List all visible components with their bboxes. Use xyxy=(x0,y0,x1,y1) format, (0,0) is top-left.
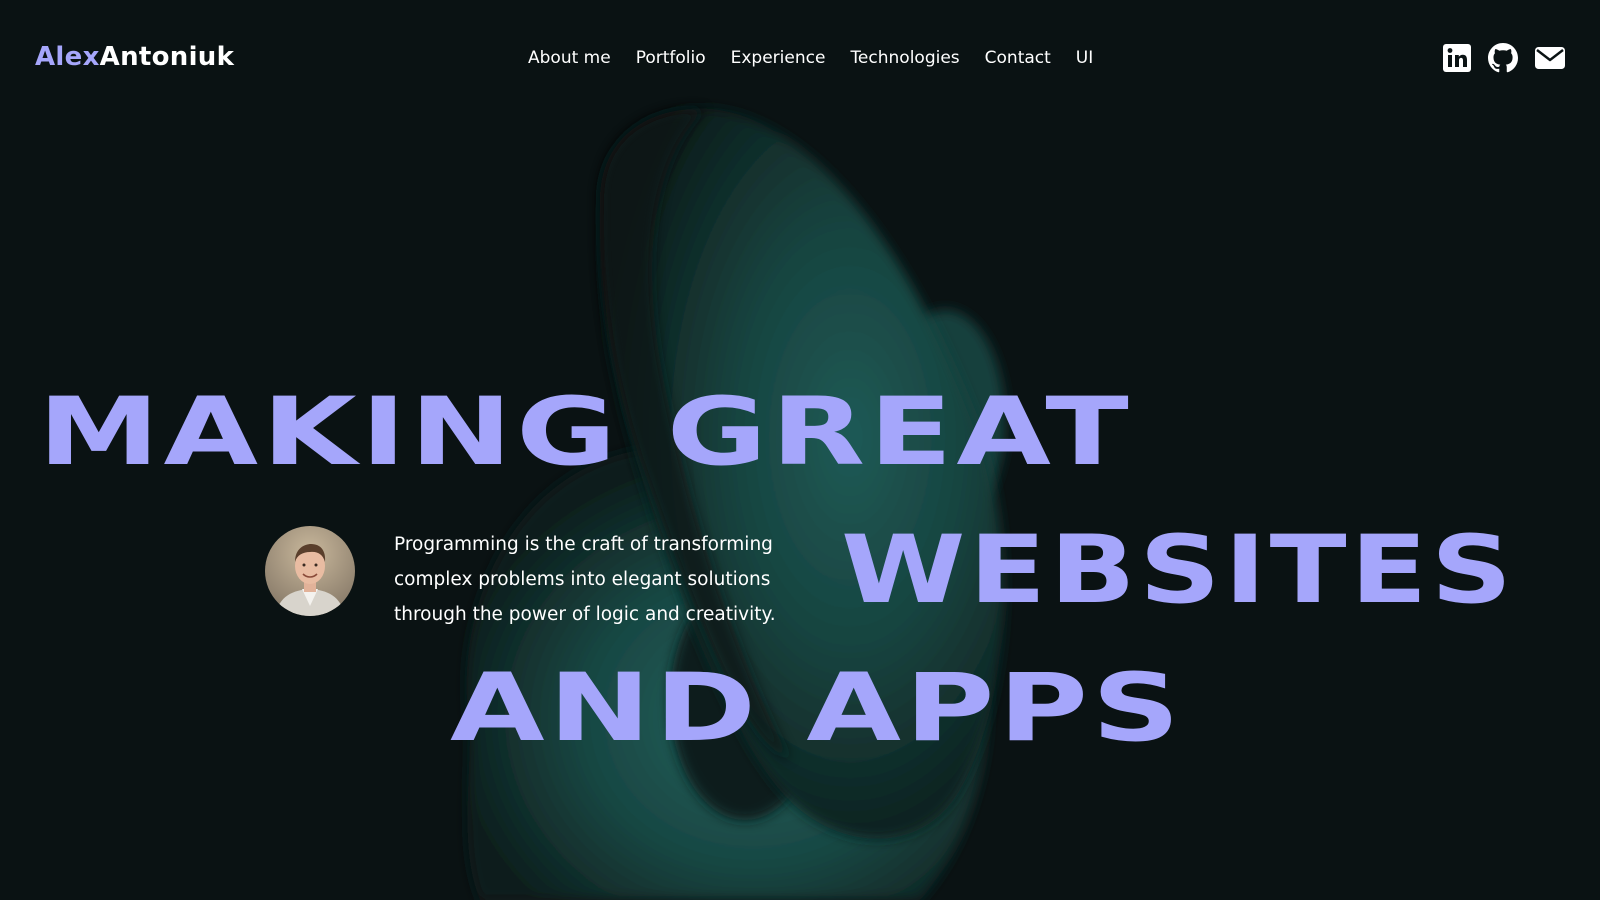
hero-headline-line-1: MAKING GREAT xyxy=(38,378,1133,487)
tagline-line-1: Programming is the craft of transforming xyxy=(394,534,773,555)
nav-item-portfolio[interactable]: Portfolio xyxy=(636,48,706,68)
avatar xyxy=(265,526,355,616)
nav-item-experience[interactable]: Experience xyxy=(731,48,826,68)
linkedin-icon[interactable] xyxy=(1442,43,1472,73)
nav-item-technologies[interactable]: Technologies xyxy=(850,48,959,68)
brand-last-name: Antoniuk xyxy=(99,42,235,72)
nav-item-about-me[interactable]: About me xyxy=(528,48,611,68)
page: AlexAntoniuk About me Portfolio Experien… xyxy=(0,0,1600,900)
brand-first-name: Alex xyxy=(35,42,100,72)
nav-item-ui[interactable]: UI xyxy=(1076,48,1093,68)
social-links xyxy=(1442,43,1566,73)
site-header: AlexAntoniuk About me Portfolio Experien… xyxy=(0,0,1600,120)
github-icon[interactable] xyxy=(1488,43,1518,73)
hero-headline-line-3: AND APPS xyxy=(450,654,1184,763)
tagline-line-3: through the power of logic and creativit… xyxy=(394,604,776,625)
nav-item-contact[interactable]: Contact xyxy=(985,48,1051,68)
mail-icon[interactable] xyxy=(1534,43,1566,73)
avatar-photo xyxy=(265,526,355,616)
brand-logo[interactable]: AlexAntoniuk xyxy=(35,42,234,72)
tagline-line-2: complex problems into elegant solutions xyxy=(394,569,771,590)
hero-tagline: Programming is the craft of transforming… xyxy=(394,527,814,632)
hero-headline-line-2: WEBSITES xyxy=(841,516,1516,625)
main-nav: About me Portfolio Experience Technologi… xyxy=(528,48,1093,68)
